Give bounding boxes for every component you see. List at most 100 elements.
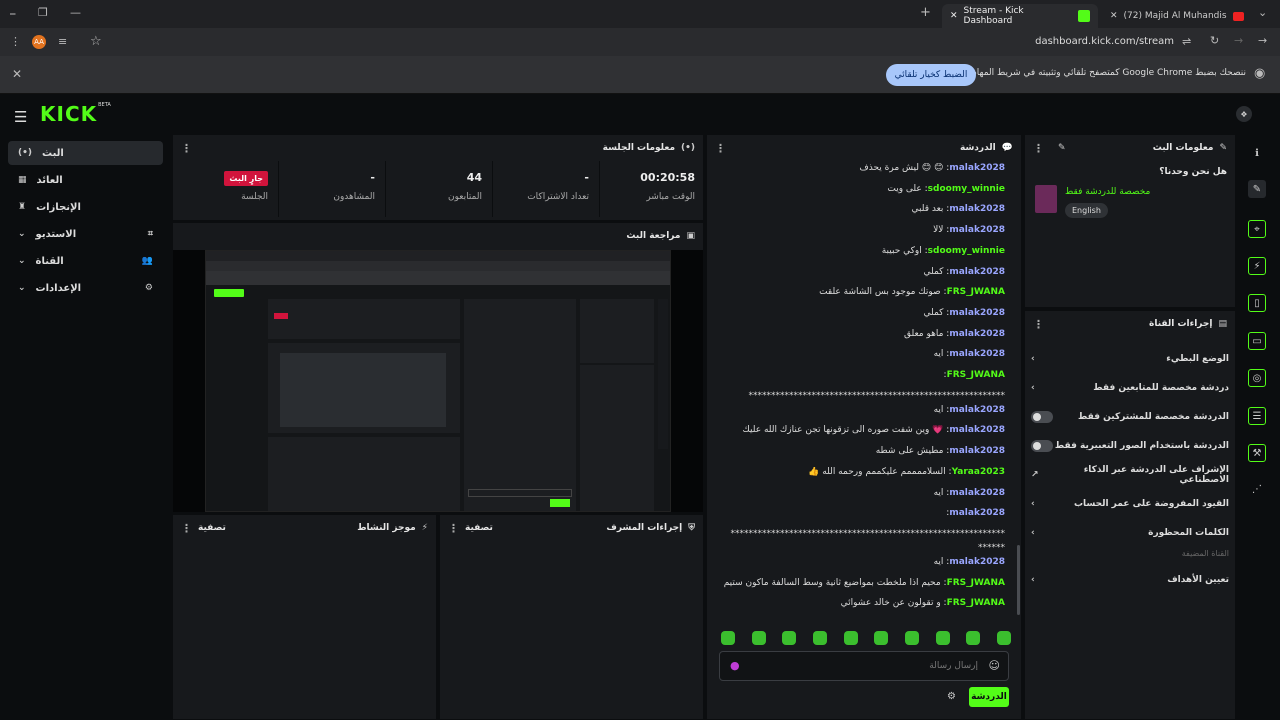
chat-username[interactable]: FRS_JWANA <box>947 598 1005 608</box>
emote-icon[interactable] <box>935 631 950 645</box>
kebab-menu-icon[interactable]: ⋮ <box>181 142 192 155</box>
chat-username[interactable]: FRS_JWANA <box>947 370 1005 380</box>
user-avatar[interactable]: ❖ <box>1236 106 1252 122</box>
reading-list-icon[interactable]: ≡ <box>58 35 67 48</box>
chat-username[interactable]: malak2028 <box>949 557 1005 567</box>
panel-header: ▣ مراجعة البث <box>173 223 703 249</box>
kebab-menu-icon[interactable]: ⋮ <box>715 142 726 155</box>
action-slow-mode[interactable]: الوضع البطيء › <box>1025 344 1235 373</box>
minimize-icon[interactable]: — <box>70 6 81 19</box>
back-icon[interactable]: → <box>1258 34 1267 47</box>
tab-kick-dashboard[interactable]: ✕ Stream - Kick Dashboard <box>942 4 1098 28</box>
sidebar-item-settings[interactable]: ⌄ الإعدادات ⚙ <box>8 276 163 300</box>
sidebar-item-channel[interactable]: ⌄ القناة 👥 <box>8 249 163 273</box>
flash-icon[interactable]: ⚡ <box>1248 257 1266 275</box>
tab-close-icon[interactable]: ✕ <box>1110 11 1118 21</box>
edit-pencil-icon[interactable]: ✎ <box>1058 143 1066 153</box>
emoji-icon[interactable]: ☺ <box>989 659 1000 672</box>
edit-icon[interactable]: ✎ <box>1248 180 1266 198</box>
sidebar-item-stream[interactable]: (•) البث <box>8 141 163 165</box>
chat-username[interactable]: malak2028 <box>949 508 1005 518</box>
chat-username[interactable]: malak2028 <box>949 163 1005 173</box>
chat-username[interactable]: malak2028 <box>949 308 1005 318</box>
chat-username[interactable]: malak2028 <box>949 204 1005 214</box>
reload-icon[interactable]: ↻ <box>1210 34 1219 47</box>
kebab-menu-icon[interactable]: ⋮ <box>448 522 459 535</box>
forward-icon[interactable]: → <box>1234 34 1243 47</box>
kebab-menu-icon[interactable]: ⋮ <box>1033 142 1044 155</box>
chat-input-placeholder: إرسال رسالة <box>929 661 978 671</box>
new-tab-icon[interactable]: + <box>920 5 931 20</box>
set-default-button[interactable]: الضبط كخيار تلقائي <box>886 64 976 86</box>
sidebar-item-revenue[interactable]: ▦ العائد <box>8 168 163 192</box>
site-settings-icon[interactable]: ⇌ <box>1182 35 1191 48</box>
profile-avatar-icon[interactable]: AA <box>32 35 46 49</box>
chat-username[interactable]: sdoomy_winnie <box>928 246 1005 256</box>
activity-feed-panel: ⚡ موجز النشاط تصفية ⋮ <box>172 514 437 720</box>
chat-scrollbar[interactable] <box>1017 545 1020 615</box>
hamburger-menu-icon[interactable]: ☰ <box>14 108 27 126</box>
kebab-menu-icon[interactable]: ⋮ <box>181 522 192 535</box>
subscribers-only-toggle[interactable] <box>1031 410 1053 423</box>
layers-icon[interactable]: ☰ <box>1248 407 1266 425</box>
minimize-window-icon[interactable]: ⎯ <box>10 7 16 21</box>
chat-username[interactable]: malak2028 <box>949 488 1005 498</box>
action-set-goals[interactable]: تعيين الأهداف › <box>1025 565 1235 594</box>
microphone-icon[interactable]: ● <box>730 659 740 672</box>
document-icon[interactable]: ▯ <box>1248 294 1266 312</box>
restore-window-icon[interactable]: ❐ <box>38 6 48 19</box>
chat-username[interactable]: malak2028 <box>949 349 1005 359</box>
chat-icon[interactable]: ▭ <box>1248 332 1266 350</box>
chat-text: ايه <box>933 349 944 360</box>
url-field[interactable]: dashboard.kick.com/stream <box>1020 36 1174 47</box>
chat-settings-icon[interactable]: ⚙ <box>947 691 956 702</box>
kebab-menu-icon[interactable]: ⋮ <box>1033 318 1044 331</box>
chat-username[interactable]: malak2028 <box>949 267 1005 277</box>
chat-username[interactable]: Yaraa2023 <box>952 467 1005 477</box>
chat-username[interactable]: malak2028 <box>949 446 1005 456</box>
wrench-icon[interactable]: ⚒ <box>1248 444 1266 462</box>
share-icon[interactable]: ⋰ <box>1248 480 1266 498</box>
chat-username[interactable]: FRS_JWANA <box>947 287 1005 297</box>
info-icon[interactable]: ℹ <box>1248 144 1266 162</box>
preview-screen-capture <box>205 250 671 512</box>
chat-username[interactable]: malak2028 <box>949 405 1005 415</box>
sidebar-item-studio[interactable]: ⌄ الاستديو ⌗ <box>8 222 163 246</box>
emote-icon[interactable] <box>751 631 766 645</box>
filter-button[interactable]: تصفية <box>198 523 226 533</box>
stream-preview-video[interactable] <box>173 250 703 512</box>
emote-icon[interactable] <box>721 631 735 645</box>
chat-username[interactable]: malak2028 <box>949 329 1005 339</box>
emote-icon[interactable] <box>843 631 858 645</box>
tab-youtube[interactable]: ✕ (72) Majid Al Muhandis - Ala Al... <box>1102 4 1252 28</box>
emote-icon[interactable] <box>812 631 827 645</box>
emotes-only-toggle[interactable] <box>1031 439 1053 452</box>
stream-category[interactable]: مخصصة للدردشة فقط <box>1065 187 1150 197</box>
action-ai-moderation[interactable]: الإشراف على الدردشة عبر الذكاء الاصطناعي… <box>1025 460 1235 489</box>
chat-input[interactable]: ● إرسال رسالة ☺ <box>719 651 1009 681</box>
tab-close-icon[interactable]: ✕ <box>950 11 958 21</box>
action-followers-only[interactable]: دردشة مخصصة للمتابعين فقط › <box>1025 373 1235 402</box>
emote-icon[interactable] <box>874 631 889 645</box>
emote-icon[interactable] <box>782 631 797 645</box>
close-icon[interactable]: ✕ <box>12 67 22 81</box>
chat-username[interactable]: FRS_JWANA <box>947 578 1005 588</box>
broadcast-icon[interactable]: ◎ <box>1248 369 1266 387</box>
chat-send-button[interactable]: الدردشة <box>969 687 1009 707</box>
action-label: تعيين الأهداف <box>1167 574 1229 585</box>
action-account-age[interactable]: القيود المفروضة على عمر الحساب › <box>1025 489 1235 518</box>
crosshair-icon[interactable]: ⌖ <box>1248 220 1266 238</box>
chat-username[interactable]: sdoomy_winnie <box>928 184 1005 194</box>
chat-username[interactable]: malak2028 <box>949 225 1005 235</box>
filter-button[interactable]: تصفية <box>465 523 493 533</box>
emote-icon[interactable] <box>966 631 981 645</box>
action-banned-words[interactable]: الكلمات المحظورة › <box>1025 518 1235 547</box>
emote-icon[interactable] <box>904 631 919 645</box>
chat-username[interactable]: malak2028 <box>949 425 1005 435</box>
menu-dots-icon[interactable]: ⋮ <box>10 35 21 48</box>
sidebar-item-achievements[interactable]: ♜ الإنجازات <box>8 195 163 219</box>
tab-search-icon[interactable]: ⌄ <box>1258 6 1267 19</box>
kick-logo[interactable]: KICK BETA <box>40 102 111 126</box>
emote-icon[interactable] <box>996 631 1011 645</box>
bookmark-star-icon[interactable]: ☆ <box>90 34 102 49</box>
